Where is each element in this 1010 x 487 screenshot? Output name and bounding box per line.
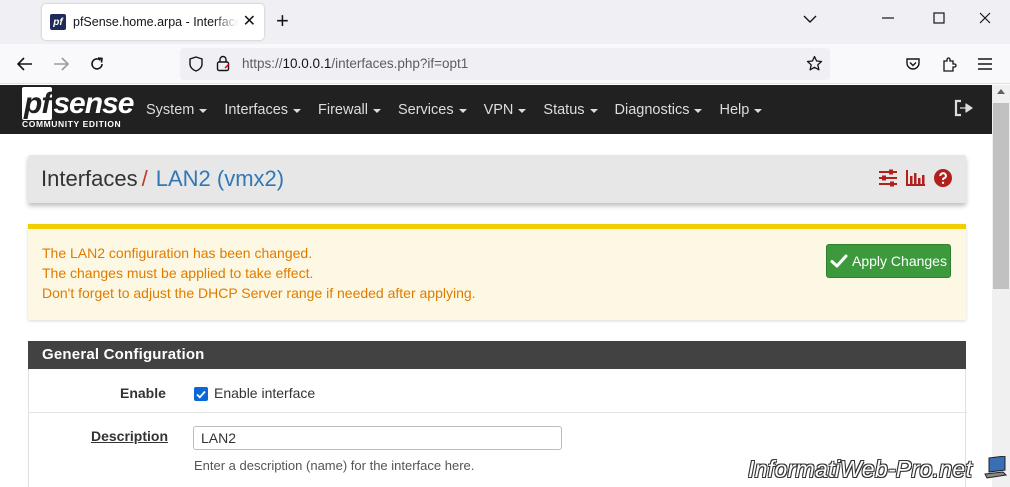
apply-changes-label: Apply Changes (852, 253, 947, 269)
watermark-text: InformatiWeb-Pro.net (748, 456, 973, 482)
browser-tab-bar: pf pfSense.home.arpa - Interfaces: LAN2 … (0, 0, 1010, 44)
scroll-up-arrow-icon[interactable] (997, 89, 1005, 94)
app-menu-icon[interactable] (974, 53, 996, 75)
menu-label: Status (543, 101, 585, 118)
caret-down-icon (458, 108, 467, 113)
enable-interface-checkbox[interactable] (194, 387, 208, 401)
general-configuration-heading: General Configuration (28, 341, 966, 369)
breadcrumb-current[interactable]: LAN2 (vmx2) (156, 166, 284, 191)
menu-label: Interfaces (224, 101, 289, 118)
page-scrollbar[interactable] (992, 85, 1010, 487)
back-arrow-icon[interactable] (14, 53, 36, 75)
breadcrumb-root[interactable]: Interfaces (41, 166, 138, 191)
maximize-window-icon[interactable] (933, 9, 945, 31)
minimize-window-icon[interactable] (882, 9, 894, 31)
menu-vpn[interactable]: VPN (484, 102, 527, 118)
menu-label: Services (397, 101, 454, 118)
menu-firewall[interactable]: Firewall (318, 102, 381, 118)
checkmark-icon (196, 390, 206, 399)
caret-down-icon (694, 108, 703, 113)
caret-down-icon (199, 108, 208, 113)
menu-label: Diagnostics (614, 101, 690, 118)
apply-changes-button[interactable]: Apply Changes (826, 244, 951, 278)
menu-diagnostics[interactable]: Diagnostics (615, 102, 703, 118)
scrollbar-thumb[interactable] (993, 103, 1009, 289)
browser-tab[interactable]: pf pfSense.home.arpa - Interfaces: LAN2 … (42, 4, 264, 40)
laptop-logo-icon (983, 455, 1008, 485)
extensions-icon[interactable] (938, 53, 960, 75)
forward-arrow-icon[interactable] (50, 53, 72, 75)
tab-list-chevron-icon[interactable] (803, 9, 817, 31)
caret-down-icon (589, 108, 598, 113)
description-input[interactable] (193, 426, 562, 450)
pfsense-logo[interactable]: pf sense COMMUNITY EDITION (22, 87, 134, 129)
url-path: /interfaces.php?if=opt1 (331, 56, 469, 71)
check-icon (830, 254, 848, 268)
reload-icon[interactable] (86, 53, 108, 75)
menu-label: Firewall (318, 101, 368, 118)
menu-system[interactable]: System (146, 101, 208, 118)
alert-text-line: The LAN2 configuration has been changed. (42, 245, 313, 261)
lock-icon[interactable] (216, 55, 230, 75)
url-text: https://10.0.0.1/interfaces.php?if=opt1 (242, 56, 468, 71)
shield-icon[interactable] (188, 56, 204, 75)
bookmark-star-icon[interactable] (806, 55, 823, 75)
breadcrumb-bar: Interfaces / LAN2 (vmx2) (28, 155, 966, 203)
page-content: Interfaces / LAN2 (vmx2) The LAN2 configur… (0, 134, 1008, 487)
description-help-text: Enter a description (name) for the inter… (194, 458, 475, 473)
pocket-icon[interactable] (902, 53, 924, 75)
menu-label: Help (719, 101, 750, 118)
caret-down-icon (293, 108, 302, 113)
browser-nav-bar: https://10.0.0.1/interfaces.php?if=opt1 (0, 44, 1010, 84)
pfsense-navbar: pf sense COMMUNITY EDITION System Interfa… (0, 85, 992, 134)
changes-pending-alert: The LAN2 configuration has been changed.… (28, 224, 966, 320)
main-menu: System Interfaces Firewall Services VPN … (146, 85, 779, 134)
breadcrumb-separator: / (141, 166, 148, 191)
page-title: Interfaces / LAN2 (vmx2) (41, 166, 284, 192)
alert-text-line: The changes must be applied to take effe… (42, 265, 314, 281)
help-question-icon[interactable] (934, 169, 952, 190)
alert-text-line: Don't forget to adjust the DHCP Server r… (42, 285, 476, 301)
url-host: 10.0.0.1 (282, 56, 332, 71)
title-actions (878, 169, 952, 190)
logo-sense: sense (53, 87, 134, 120)
logo-pf: pf (22, 87, 53, 120)
menu-help[interactable]: Help (719, 101, 763, 118)
enable-label: Enable (120, 385, 166, 401)
menu-label: VPN (483, 101, 514, 118)
pfsense-favicon-icon: pf (50, 14, 66, 30)
tab-title: pfSense.home.arpa - Interfaces: LAN2 (vm… (73, 15, 238, 29)
menu-services[interactable]: Services (398, 102, 467, 118)
enable-interface-label[interactable]: Enable interface (214, 385, 315, 401)
sliders-icon[interactable] (878, 169, 898, 190)
close-tab-icon[interactable]: ✕ (243, 13, 256, 31)
caret-down-icon (754, 108, 763, 113)
menu-interfaces[interactable]: Interfaces (224, 101, 302, 118)
logout-icon[interactable] (953, 99, 973, 120)
caret-down-icon (372, 108, 381, 113)
description-label: Description (91, 428, 169, 444)
menu-label: System (146, 101, 195, 118)
row-divider (29, 412, 967, 413)
address-bar[interactable]: https://10.0.0.1/interfaces.php?if=opt1 (180, 48, 830, 80)
close-window-icon[interactable] (979, 9, 991, 31)
bar-chart-icon[interactable] (906, 169, 926, 190)
caret-down-icon (518, 108, 527, 113)
logo-edition: COMMUNITY EDITION (22, 119, 122, 129)
new-tab-button[interactable]: + (276, 10, 289, 32)
url-scheme: https:// (242, 56, 283, 71)
menu-status[interactable]: Status (543, 101, 598, 118)
